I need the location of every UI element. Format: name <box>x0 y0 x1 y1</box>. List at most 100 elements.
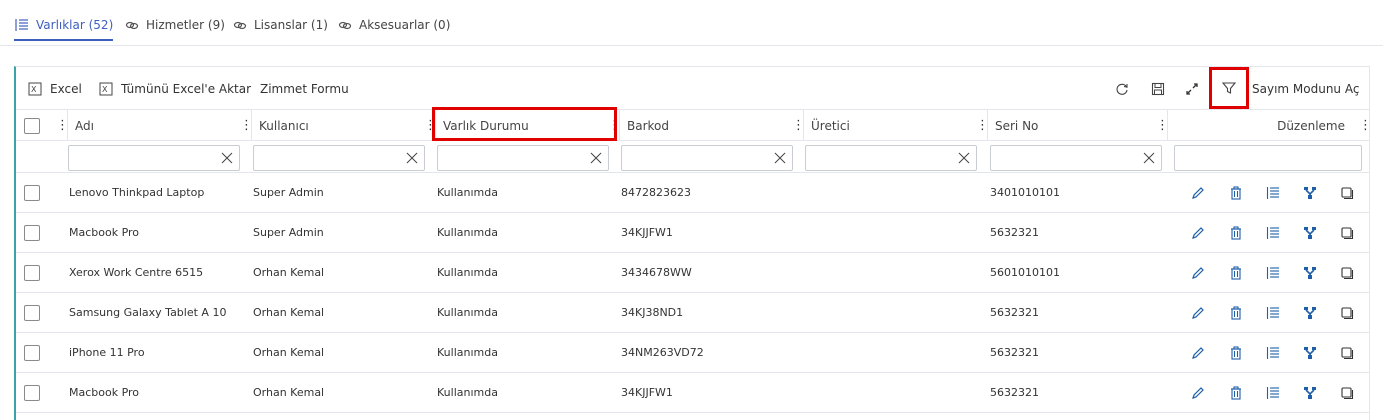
row-select-cell <box>24 333 64 372</box>
table-row[interactable]: Lenovo Thinkpad Laptop Super Admin Kulla… <box>16 173 1370 213</box>
edit-icon[interactable] <box>1189 344 1207 362</box>
edit-icon[interactable] <box>1189 304 1207 322</box>
tab-assets-label: Varlıklar (52) <box>36 18 114 32</box>
row-checkbox[interactable] <box>24 184 40 201</box>
column-user-label: Kullanıcı <box>259 118 309 133</box>
assign-icon[interactable] <box>1301 224 1319 242</box>
copy-icon[interactable] <box>1338 264 1356 282</box>
clear-icon[interactable] <box>406 152 418 164</box>
clear-icon[interactable] <box>1143 152 1155 164</box>
cell-name: Lenovo Thinkpad Laptop <box>69 186 205 199</box>
column-user[interactable]: Kullanıcı ⋮ <box>252 110 437 141</box>
filter-name-input[interactable] <box>73 148 213 168</box>
assign-icon[interactable] <box>1301 264 1319 282</box>
clear-icon[interactable] <box>774 152 786 164</box>
column-menu-icon[interactable]: ⋮ <box>240 119 253 132</box>
select-all-checkbox[interactable] <box>24 117 40 134</box>
refresh-icon[interactable] <box>1112 79 1132 99</box>
clear-icon[interactable] <box>221 152 233 164</box>
column-menu-icon[interactable]: ⋮ <box>1156 119 1169 132</box>
row-checkbox[interactable] <box>24 304 40 321</box>
column-name[interactable]: Adı ⋮ <box>68 110 253 141</box>
column-menu-icon[interactable]: ⋮ <box>424 119 437 132</box>
copy-icon[interactable] <box>1338 224 1356 242</box>
details-list-icon[interactable] <box>1264 384 1282 402</box>
column-menu-icon[interactable]: ⋮ <box>976 119 989 132</box>
column-menu-icon[interactable]: ⋮ <box>792 119 805 132</box>
row-checkbox[interactable] <box>24 264 40 281</box>
tab-services-label: Hizmetler (9) <box>146 18 225 32</box>
row-checkbox[interactable] <box>24 384 40 401</box>
edit-icon[interactable] <box>1189 184 1207 202</box>
column-asset-status[interactable]: Varlık Durumu ⋮ <box>436 110 621 141</box>
clear-icon[interactable] <box>958 152 970 164</box>
column-menu-icon[interactable]: ⋮ <box>1359 119 1372 132</box>
excel-label: Excel <box>50 82 82 96</box>
table-row[interactable]: Xerox Work Centre 6515 Orhan Kemal Kulla… <box>16 253 1370 293</box>
details-list-icon[interactable] <box>1264 224 1282 242</box>
row-checkbox[interactable] <box>24 224 40 241</box>
delete-icon[interactable] <box>1227 224 1245 242</box>
filter-actions-input[interactable] <box>1179 148 1335 168</box>
copy-icon[interactable] <box>1338 344 1356 362</box>
table-row[interactable]: Samsung Galaxy Tablet A 10 Orhan Kemal K… <box>16 293 1370 333</box>
count-mode-button[interactable]: Sayım Modunu Aç <box>1252 79 1359 99</box>
assign-icon[interactable] <box>1301 184 1319 202</box>
assign-icon[interactable] <box>1301 344 1319 362</box>
excel-button[interactable]: X Excel <box>28 79 82 99</box>
filter-serial-no-input[interactable] <box>995 148 1135 168</box>
cell-manufacturer <box>805 333 985 372</box>
assignment-form-button[interactable]: Zimmet Formu <box>260 79 349 99</box>
cell-asset-status: Kullanımda <box>437 226 498 239</box>
link-icon <box>124 17 140 33</box>
tab-bar: Varlıklar (52) Hizmetler (9) Lisanslar (… <box>0 0 1383 46</box>
copy-icon[interactable] <box>1338 184 1356 202</box>
cell-user: Super Admin <box>253 186 324 199</box>
column-menu-icon[interactable]: ⋮ <box>56 119 69 132</box>
row-checkbox[interactable] <box>24 344 40 361</box>
copy-icon[interactable] <box>1338 304 1356 322</box>
cell-barcode: 8472823623 <box>621 186 691 199</box>
delete-icon[interactable] <box>1227 264 1245 282</box>
clear-icon[interactable] <box>590 152 602 164</box>
cell-serial-no: 5632321 <box>990 226 1039 239</box>
filter-manufacturer-input[interactable] <box>810 148 950 168</box>
delete-icon[interactable] <box>1227 304 1245 322</box>
expand-icon[interactable] <box>1182 79 1202 99</box>
delete-icon[interactable] <box>1227 344 1245 362</box>
delete-icon[interactable] <box>1227 184 1245 202</box>
column-manufacturer[interactable]: Üretici ⋮ <box>804 110 989 141</box>
tab-licenses[interactable]: Lisanslar (1) <box>232 15 328 35</box>
copy-icon[interactable] <box>1338 384 1356 402</box>
svg-text:X: X <box>31 85 37 94</box>
export-all-excel-button[interactable]: X Tümünü Excel'e Aktar <box>99 79 251 99</box>
table-row[interactable]: Macbook Pro Orhan Kemal Kullanımda 34KJJ… <box>16 373 1370 413</box>
delete-icon[interactable] <box>1227 384 1245 402</box>
tab-accessories[interactable]: Aksesuarlar (0) <box>337 15 450 35</box>
details-list-icon[interactable] <box>1264 344 1282 362</box>
edit-icon[interactable] <box>1189 264 1207 282</box>
filter-barcode-input[interactable] <box>626 148 766 168</box>
details-list-icon[interactable] <box>1264 304 1282 322</box>
table-row[interactable]: iPhone 11 Pro Orhan Kemal Kullanımda 34N… <box>16 333 1370 373</box>
edit-icon[interactable] <box>1189 384 1207 402</box>
details-list-icon[interactable] <box>1264 184 1282 202</box>
edit-icon[interactable] <box>1189 224 1207 242</box>
tab-assets[interactable]: Varlıklar (52) <box>14 15 114 41</box>
cell-user: Super Admin <box>253 226 324 239</box>
tab-services[interactable]: Hizmetler (9) <box>124 15 225 35</box>
count-mode-label: Sayım Modunu Aç <box>1252 82 1360 96</box>
column-serial-no[interactable]: Seri No ⋮ <box>988 110 1169 141</box>
column-barcode[interactable]: Barkod ⋮ <box>620 110 805 141</box>
details-list-icon[interactable] <box>1264 264 1282 282</box>
table-row[interactable]: Macbook Pro Super Admin Kullanımda 34KJJ… <box>16 213 1370 253</box>
assign-icon[interactable] <box>1301 304 1319 322</box>
column-menu-icon[interactable]: ⋮ <box>608 119 621 132</box>
filter-toggle-button[interactable] <box>1209 67 1249 109</box>
filter-user-input[interactable] <box>258 148 398 168</box>
filter-asset-status-input[interactable] <box>442 148 582 168</box>
cell-manufacturer <box>805 373 985 412</box>
save-icon[interactable] <box>1148 79 1168 99</box>
filter-serial-no <box>990 145 1162 171</box>
assign-icon[interactable] <box>1301 384 1319 402</box>
